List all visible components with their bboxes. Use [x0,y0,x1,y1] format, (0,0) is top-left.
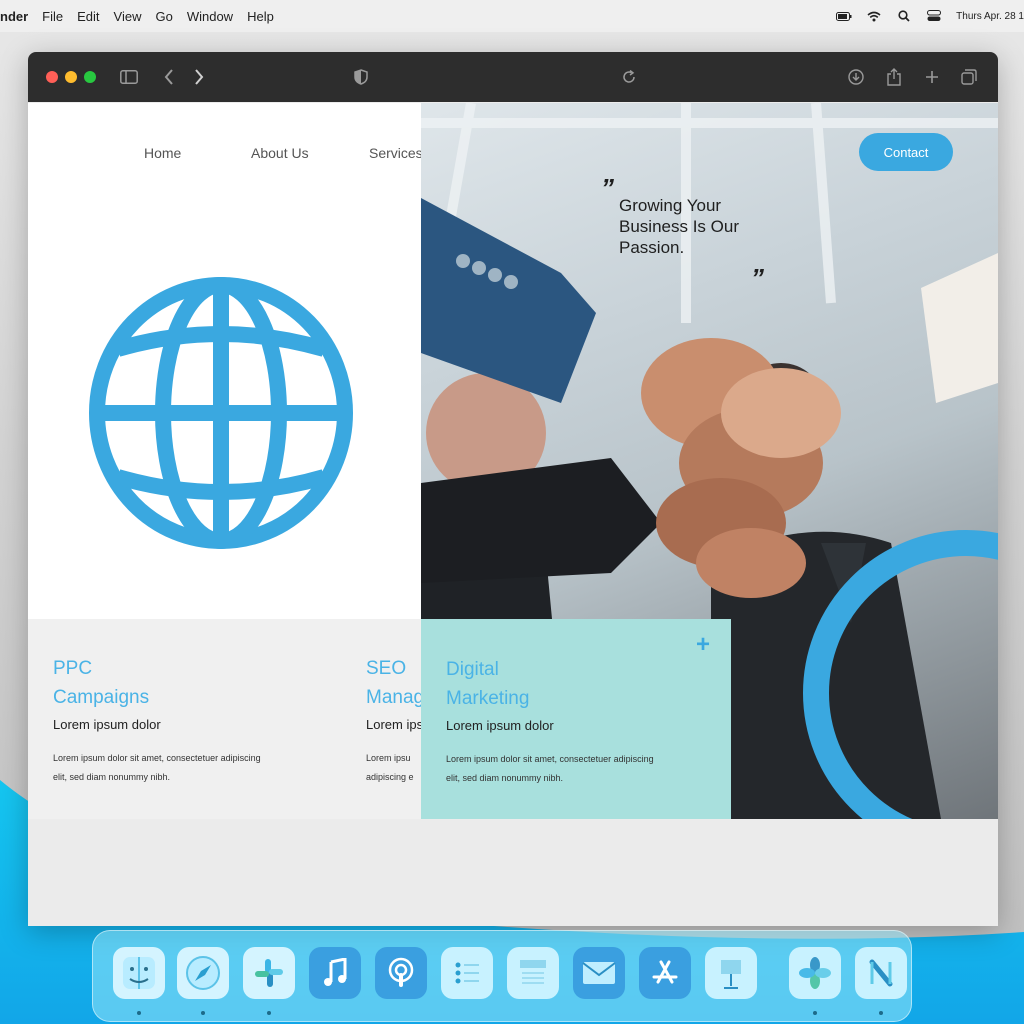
safari-icon[interactable] [177,947,229,999]
menu-clock[interactable]: Thurs Apr. 28 1 [956,11,1024,22]
browser-toolbar [28,52,998,102]
reload-icon[interactable] [618,66,640,88]
menu-edit[interactable]: Edit [77,9,99,24]
wifi-icon[interactable] [866,9,882,23]
card-seo-title-line2: Manag [366,687,421,708]
keynote-icon[interactable] [705,947,757,999]
card-ppc-title: PPC Campaigns [53,654,149,712]
shield-icon[interactable] [350,66,372,88]
dock [92,930,912,1022]
mail-icon[interactable] [573,947,625,999]
sidebar-icon[interactable] [118,66,140,88]
quote-close-mark: ” [751,263,764,293]
finder-running-indicator [137,1011,141,1015]
download-icon[interactable] [845,66,867,88]
card-ppc-title-line2: Campaigns [53,687,150,708]
nav-about-link[interactable]: About Us [251,145,309,161]
menu-file[interactable]: File [42,9,63,24]
menu-bar: nder File Edit View Go Window Help Thurs… [0,0,1024,32]
menu-go[interactable]: Go [155,9,172,24]
card-ppc-title-line1: PPC [53,658,93,679]
card-seo-title-line1: SEO [366,658,407,679]
forward-icon[interactable] [188,66,210,88]
menu-help[interactable]: Help [247,9,274,24]
music-icon[interactable] [309,947,361,999]
spotlight-search-icon[interactable] [896,9,912,23]
finder-icon[interactable] [113,947,165,999]
new-tab-icon[interactable] [921,66,943,88]
contact-button[interactable]: Contact [859,133,953,171]
reminders-icon[interactable] [441,947,493,999]
browser-window: Home About Us Services ” Growing Your Bu… [28,52,998,926]
card-digital-title-line1: Digital [446,659,499,680]
card-ppc[interactable]: PPC Campaigns Lorem ipsum dolor Lorem ip… [28,619,421,819]
news-icon[interactable] [855,947,907,999]
plus-icon[interactable]: + [696,631,710,659]
card-digital-title-line2: Marketing [446,688,530,709]
app-store-icon[interactable] [639,947,691,999]
card-ppc-subtitle: Lorem ipsum dolor [53,717,161,732]
card-seo-title: SEO Manag [366,654,421,712]
battery-icon[interactable] [836,9,852,23]
card-digital-subtitle: Lorem ipsum dolor [446,718,554,733]
menu-window[interactable]: Window [187,9,233,24]
web-page: Home About Us Services ” Growing Your Bu… [28,103,998,819]
browser-empty-area [28,820,998,926]
photos-running-indicator [813,1011,817,1015]
card-ppc-body: Lorem ipsum dolor sit amet, consectetuer… [53,753,261,782]
photos-icon[interactable] [789,947,841,999]
nav-services-link[interactable]: Services [369,145,423,161]
card-digital-marketing[interactable]: Digital Marketing + Lorem ipsum dolor Lo… [421,619,731,819]
safari-running-indicator [201,1011,205,1015]
window-close-button[interactable] [46,71,58,83]
podcasts-icon[interactable] [375,947,427,999]
card-seo-subtitle: Lorem ips [366,717,421,732]
globe-icon [89,277,353,549]
nav-home-link[interactable]: Home [144,145,181,161]
tabs-icon[interactable] [958,66,980,88]
window-zoom-button[interactable] [84,71,96,83]
service-cards: PPC Campaigns Lorem ipsum dolor Lorem ip… [28,619,998,819]
notes-icon[interactable] [507,947,559,999]
slack-icon[interactable] [243,947,295,999]
news-running-indicator [879,1011,883,1015]
control-center-icon[interactable] [926,9,942,23]
window-minimize-button[interactable] [65,71,77,83]
slack-running-indicator [267,1011,271,1015]
card-digital-body: Lorem ipsum dolor sit amet, consectetuer… [446,754,654,783]
quote-open-mark: ” [601,173,614,203]
card-digital-title: Digital Marketing [446,655,529,713]
hero-quote-title: Growing Your Business Is Our Passion. [619,196,739,257]
share-icon[interactable] [883,66,905,88]
menu-app-name[interactable]: nder [0,9,28,24]
back-icon[interactable] [158,66,180,88]
menu-view[interactable]: View [114,9,142,24]
card-seo-body: Lorem ipsu adipiscing e [366,753,414,782]
